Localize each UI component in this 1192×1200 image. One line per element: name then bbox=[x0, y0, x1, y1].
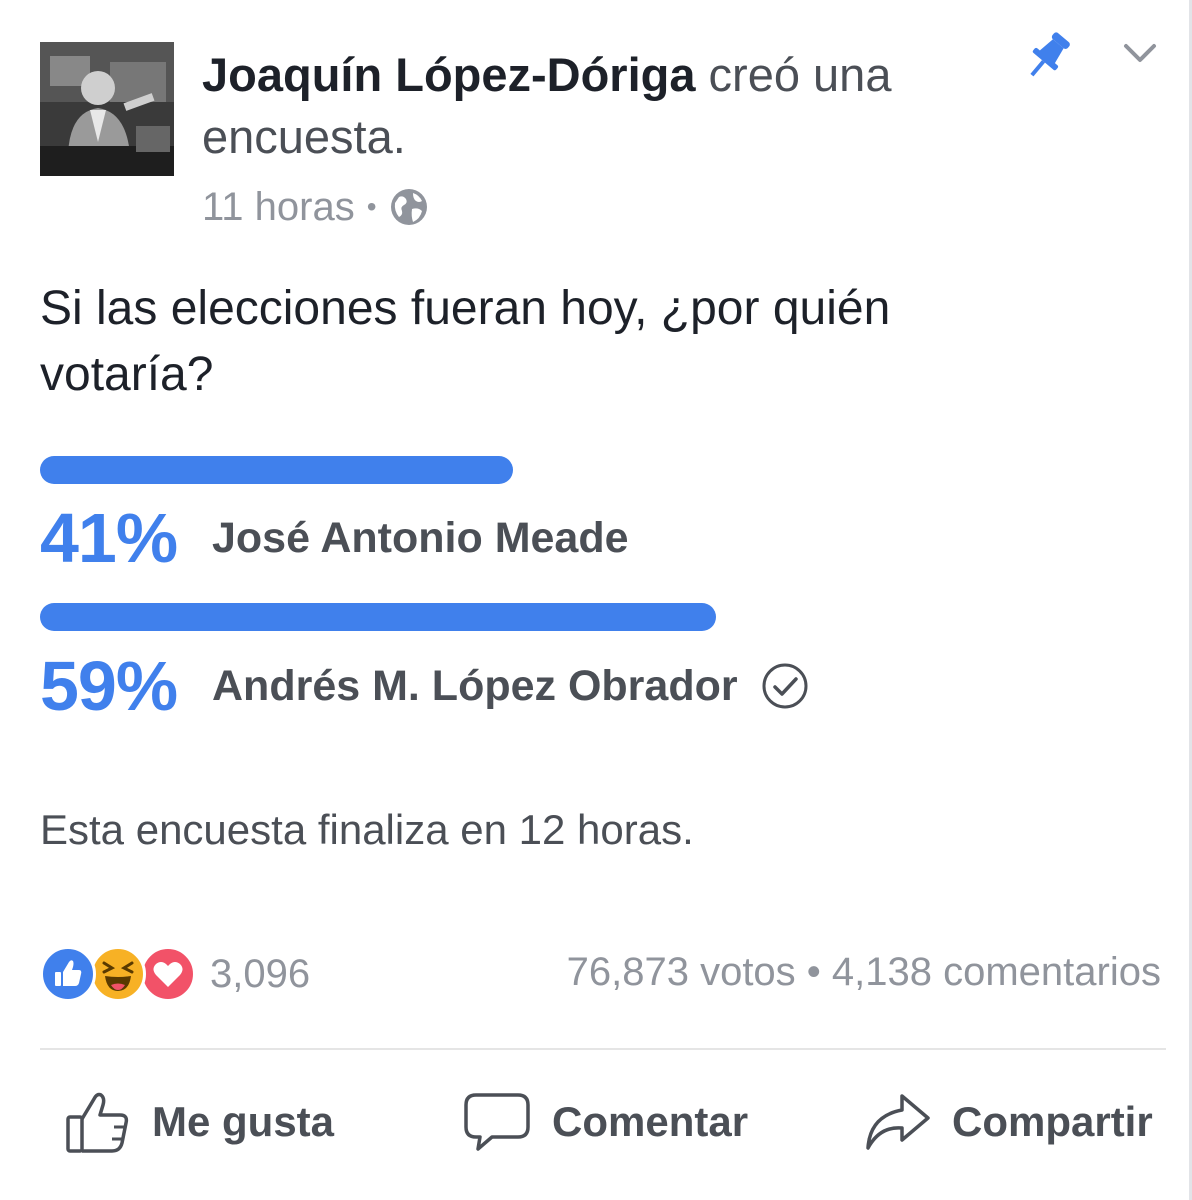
author-avatar[interactable] bbox=[40, 42, 174, 176]
comment-bubble-icon bbox=[464, 1093, 530, 1151]
pin-icon[interactable] bbox=[1016, 28, 1080, 84]
post-header: Joaquín López-Dóriga creó una encuesta. bbox=[202, 44, 1002, 168]
poll-option-2[interactable]: 59% Andrés M. López Obrador bbox=[40, 646, 810, 726]
poll-option-1-bar[interactable] bbox=[40, 456, 513, 484]
poll-post-card: Joaquín López-Dóriga creó una encuesta. … bbox=[0, 0, 1192, 1200]
like-reaction-icon bbox=[40, 946, 96, 1002]
reaction-count: 3,096 bbox=[210, 951, 311, 996]
share-button-label: Compartir bbox=[952, 1098, 1153, 1145]
reaction-summary[interactable]: 3,096 bbox=[40, 944, 310, 1004]
globe-icon bbox=[390, 189, 427, 225]
haha-reaction-icon bbox=[90, 946, 146, 1002]
poll-option-1-percent: 41% bbox=[40, 499, 178, 577]
share-button[interactable]: Compartir bbox=[862, 1085, 1153, 1159]
like-button-label: Me gusta bbox=[152, 1098, 335, 1145]
footer-divider bbox=[40, 1048, 1166, 1050]
poll-end-notice: Esta encuesta finaliza en 12 horas. bbox=[40, 806, 694, 853]
votes-count[interactable]: 76,873 votos bbox=[567, 950, 796, 994]
comment-button-label: Comentar bbox=[552, 1098, 749, 1145]
comments-count[interactable]: 4,138 comentarios bbox=[832, 950, 1161, 994]
post-meta: 11 horas • bbox=[202, 184, 429, 230]
poll-option-2-percent: 59% bbox=[40, 647, 178, 725]
share-arrow-icon bbox=[866, 1094, 930, 1150]
poll-option-2-label: Andrés M. López Obrador bbox=[212, 661, 738, 710]
check-circle-icon bbox=[762, 663, 808, 709]
poll-option-1[interactable]: 41% José Antonio Meade bbox=[40, 498, 629, 578]
chevron-down-icon[interactable] bbox=[1120, 38, 1160, 68]
post-timestamp[interactable]: 11 horas bbox=[202, 185, 355, 230]
author-name[interactable]: Joaquín López-Dóriga bbox=[202, 48, 696, 101]
meta-separator: • bbox=[366, 191, 377, 222]
love-reaction-icon bbox=[140, 946, 196, 1002]
poll-option-2-bar[interactable] bbox=[40, 603, 716, 631]
engagement-stats: 76,873 votos • 4,138 comentarios bbox=[567, 950, 1161, 995]
stats-separator: • bbox=[795, 950, 832, 994]
poll-question: Si las elecciones fueran hoy, ¿por quién… bbox=[40, 282, 891, 401]
thumbs-up-icon bbox=[66, 1092, 129, 1153]
comment-button[interactable]: Comentar bbox=[462, 1085, 748, 1159]
poll-option-1-label: José Antonio Meade bbox=[212, 513, 629, 562]
like-button[interactable]: Me gusta bbox=[64, 1085, 334, 1159]
avatar-photo bbox=[40, 42, 174, 176]
